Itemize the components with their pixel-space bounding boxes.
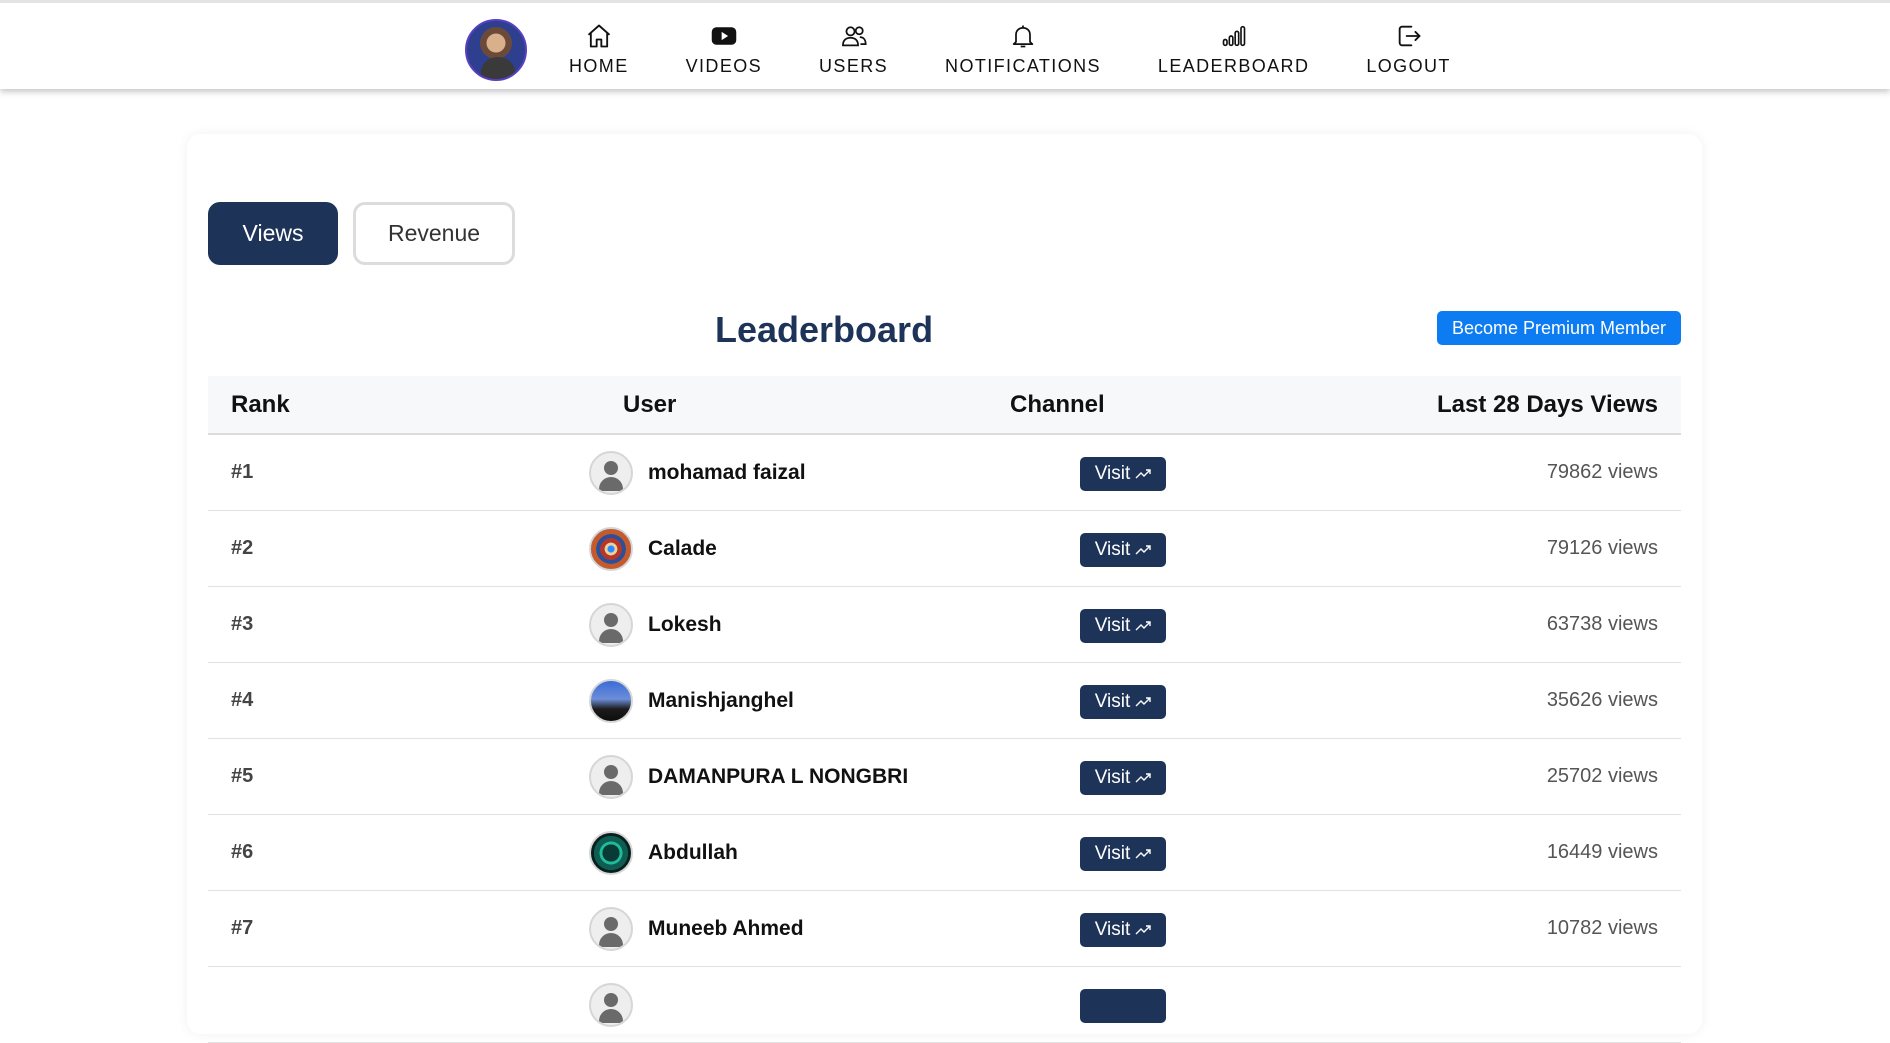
nav-videos-label: VIDEOS [685, 56, 763, 76]
visit-label: Visit [1094, 767, 1131, 788]
nav-leaderboard-label: LEADERBOARD [1157, 56, 1310, 76]
header-views: Last 28 Days Views [1436, 391, 1658, 418]
nav-users-label: USERS [819, 56, 889, 76]
become-premium-button[interactable]: Become Premium Member [1437, 311, 1681, 345]
rank-cell: #2 [231, 537, 254, 559]
views-cell: 79862 views [1546, 461, 1658, 483]
user-avatar [589, 603, 633, 647]
table-row: #7 Muneeb Ahmed Visit 10782 views [208, 891, 1681, 967]
visit-label: Visit [1094, 691, 1131, 712]
rank-cell: #5 [231, 765, 254, 787]
bell-icon [1012, 25, 1034, 48]
views-cell: 25702 views [1546, 765, 1658, 787]
user-name: Abdullah [648, 841, 738, 864]
users-icon [841, 26, 867, 47]
user-avatar [589, 451, 633, 495]
nav-home[interactable]: HOME [569, 18, 629, 77]
visit-channel-button[interactable]: Visit [1080, 913, 1166, 947]
nav-notifications[interactable]: NOTIFICATIONS [945, 18, 1101, 77]
leaderboard-table: Rank User Channel Last 28 Days Views #1 … [208, 376, 1681, 1043]
video-play-icon [711, 27, 737, 45]
trending-up-icon [1135, 925, 1151, 935]
tab-revenue[interactable]: Revenue [353, 202, 515, 265]
nav-users[interactable]: USERS [819, 18, 888, 77]
leaderboard-card: Views Revenue Leaderboard Become Premium… [187, 134, 1702, 1043]
header-user: User [623, 391, 677, 418]
visit-label: Visit [1094, 615, 1131, 636]
views-cell: 16449 views [1546, 841, 1658, 863]
header-rank: Rank [231, 391, 290, 418]
nav-menu: HOME VIDEOS USERS NOTIFICATIONS LEADERBO… [465, 18, 1451, 81]
table-header: Rank User Channel Last 28 Days Views [208, 376, 1681, 435]
visit-channel-button[interactable] [1080, 989, 1166, 1023]
tab-views[interactable]: Views [208, 202, 338, 265]
nav-logout-label: LOGOUT [1366, 56, 1451, 76]
visit-channel-button[interactable]: Visit [1080, 533, 1166, 567]
visit-channel-button[interactable]: Visit [1080, 685, 1166, 719]
user-name: Manishjanghel [648, 689, 794, 712]
views-cell: 10782 views [1546, 917, 1658, 939]
visit-channel-button[interactable]: Visit [1080, 457, 1166, 491]
nav-videos[interactable]: VIDEOS [686, 18, 762, 77]
user-avatar [589, 983, 633, 1027]
nav-home-label: HOME [569, 56, 629, 76]
visit-channel-button[interactable]: Visit [1080, 837, 1166, 871]
rank-cell: #1 [231, 461, 254, 483]
user-name: Lokesh [648, 613, 722, 636]
rank-cell: #6 [231, 841, 254, 863]
trending-up-icon [1135, 849, 1151, 859]
table-row: #2 Calade Visit 79126 views [208, 511, 1681, 587]
rank-cell: #4 [231, 689, 254, 711]
visit-label: Visit [1094, 539, 1131, 560]
views-cell: 63738 views [1546, 613, 1658, 635]
user-name: Calade [648, 537, 717, 560]
signal-bars-icon [1222, 25, 1245, 47]
views-cell: 35626 views [1546, 689, 1658, 711]
user-avatar [589, 907, 633, 951]
logout-icon [1398, 25, 1420, 47]
visit-channel-button[interactable]: Visit [1080, 761, 1166, 795]
visit-label: Visit [1094, 843, 1131, 864]
user-name: mohamad faizal [648, 461, 806, 484]
trending-up-icon [1135, 469, 1151, 479]
trending-up-icon [1135, 773, 1151, 783]
visit-label: Visit [1094, 919, 1131, 940]
nav-logout[interactable]: LOGOUT [1366, 18, 1450, 77]
table-row: #3 Lokesh Visit 63738 views [208, 587, 1681, 663]
header-channel: Channel [1010, 391, 1105, 418]
trending-up-icon [1135, 545, 1151, 555]
user-avatar [589, 527, 633, 571]
nav-notifications-label: NOTIFICATIONS [945, 56, 1101, 76]
rank-cell: #7 [231, 917, 254, 939]
table-row: #4 Manishjanghel Visit 35626 views [208, 663, 1681, 739]
user-name: Muneeb Ahmed [648, 917, 804, 940]
visit-label: Visit [1094, 463, 1131, 484]
page-title: Leaderboard [715, 309, 934, 350]
user-avatar [589, 679, 633, 723]
nav-leaderboard[interactable]: LEADERBOARD [1158, 18, 1309, 77]
user-name: DAMANPURA L NONGBRI [648, 765, 909, 788]
rank-cell: #3 [231, 613, 254, 635]
top-navbar: HOME VIDEOS USERS NOTIFICATIONS LEADERBO… [0, 0, 1890, 89]
table-row: #1 mohamad faizal Visit 79862 views [208, 435, 1681, 511]
trending-up-icon [1135, 621, 1151, 631]
table-row: #5 DAMANPURA L NONGBRI Visit 25702 views [208, 739, 1681, 815]
views-cell: 79126 views [1546, 537, 1658, 559]
user-avatar [589, 755, 633, 799]
home-icon [587, 24, 610, 48]
user-avatar [589, 831, 633, 875]
trending-up-icon [1135, 697, 1151, 707]
profile-avatar[interactable] [465, 19, 527, 81]
table-row: #6 Abdullah Visit 16449 views [208, 815, 1681, 891]
visit-channel-button[interactable]: Visit [1080, 609, 1166, 643]
table-row-partial [208, 967, 1681, 1043]
